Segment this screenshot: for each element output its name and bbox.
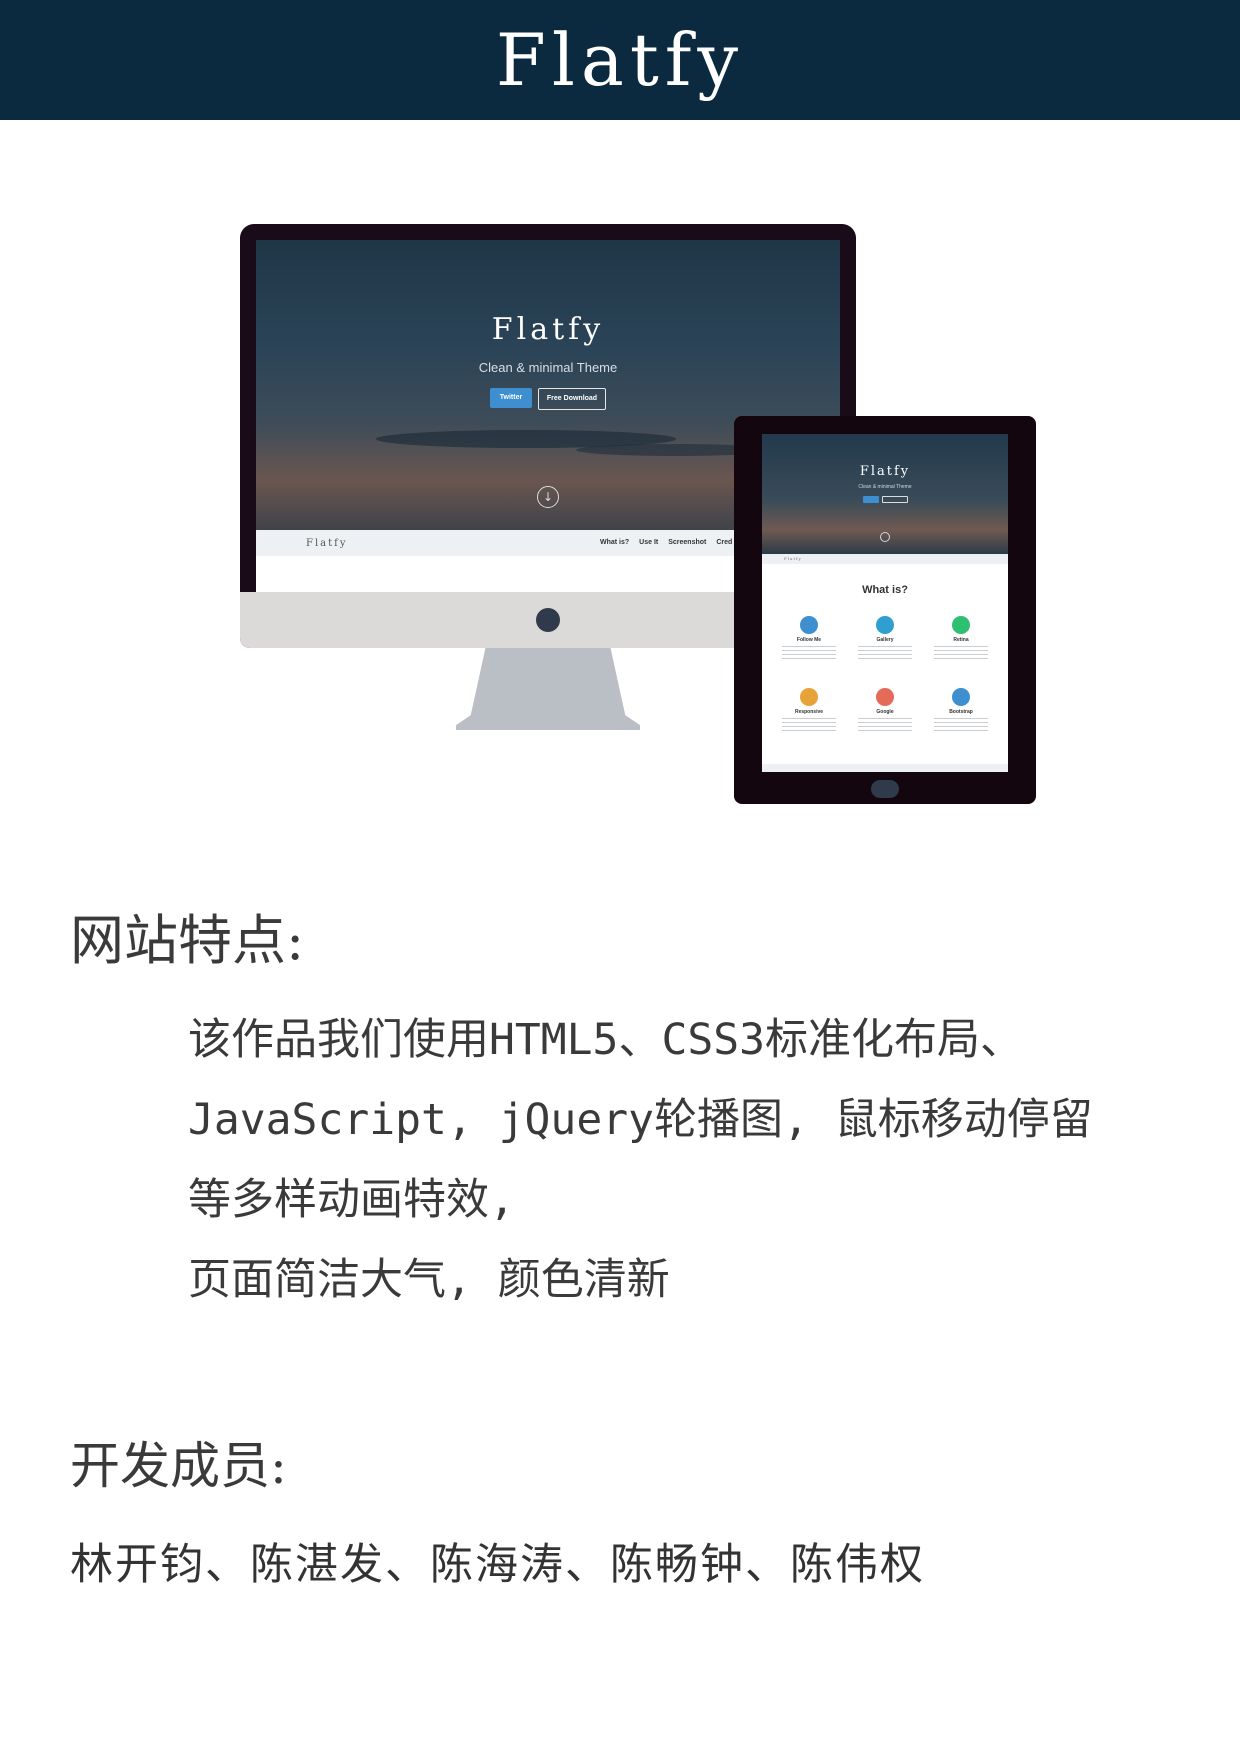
feature-description (934, 646, 988, 660)
follow-me-icon (800, 616, 818, 634)
feature-gallery: Gallery (852, 616, 918, 660)
tablet-screen: Flatfy Clean & minimal Theme Flatfy What… (762, 434, 1008, 772)
monitor-hero-title: Flatfy (491, 312, 605, 347)
features-line: 页面简洁大气, 颜色清新 (188, 1255, 670, 1305)
free-download-button: Free Download (538, 388, 606, 410)
feature-description (858, 646, 912, 660)
nav-link-use-it: Use It (639, 539, 659, 546)
tablet-twitter-button (862, 496, 879, 503)
tablet-navbar: Flatfy (762, 554, 1008, 564)
feature-responsive: Responsive (776, 688, 842, 732)
bootstrap-icon (952, 688, 970, 706)
features-description: 该作品我们使用HTML5、CSS3标准化布局、 JavaScript, jQue… (188, 1000, 1093, 1320)
tablet-scroll-down-icon (880, 532, 890, 542)
monitor-stand (456, 648, 640, 730)
tablet-home-button (871, 780, 899, 798)
feature-description (858, 718, 912, 732)
feature-description (934, 718, 988, 732)
retina-checkmark-icon (952, 616, 970, 634)
feature-label: Google (876, 709, 894, 715)
tablet-footer (762, 764, 1008, 772)
map-pin-icon (876, 688, 894, 706)
tablet-hero-subtitle: Clean & minimal Theme (858, 484, 912, 490)
gallery-icon (876, 616, 894, 634)
header-bar: Flatfy (0, 0, 1240, 120)
tablet-hero: Flatfy Clean & minimal Theme (762, 434, 1008, 554)
feature-follow-me: Follow Me (776, 616, 842, 660)
feature-description (782, 646, 836, 660)
feature-label: Follow Me (796, 637, 822, 643)
tablet-hero-title: Flatfy (859, 464, 911, 479)
feature-retina: Retina (928, 616, 994, 660)
nav-link-credits: Cred (716, 539, 733, 546)
feature-description (782, 718, 836, 732)
twitter-button: Twitter (490, 388, 532, 408)
tablet-section-title: What is? (862, 584, 908, 596)
responsive-icon (800, 688, 818, 706)
feature-label: Bootstrap (949, 709, 973, 715)
tablet-mockup: Flatfy Clean & minimal Theme Flatfy What… (734, 416, 1036, 804)
tablet-hero-buttons (762, 496, 1008, 503)
monitor-hero-subtitle: Clean & minimal Theme (478, 360, 618, 375)
page-title: Flatfy (495, 18, 745, 102)
monitor-power-button (536, 608, 560, 632)
monitor-nav-links: What is? Use It Screenshot Cred (600, 539, 732, 546)
tablet-nav-brand: Flatfy (784, 556, 802, 561)
scroll-down-icon: ↓ (537, 486, 559, 508)
feature-label: Responsive (794, 709, 824, 715)
nav-link-screenshot: Screenshot (668, 539, 707, 546)
features-heading: 网站特点: (70, 909, 305, 972)
features-line: 该作品我们使用HTML5、CSS3标准化布局、 (188, 1015, 1023, 1065)
feature-label: Retina (953, 637, 969, 643)
feature-google: Google (852, 688, 918, 732)
features-line: JavaScript, jQuery轮播图, 鼠标移动停留 (188, 1095, 1093, 1145)
team-members: 林开钧、陈湛发、陈海涛、陈畅钟、陈伟权 (70, 1540, 925, 1590)
team-heading: 开发成员: (70, 1437, 287, 1495)
feature-bootstrap: Bootstrap (928, 688, 994, 732)
monitor-nav-brand: Flatfy (306, 538, 348, 549)
monitor-hero-buttons: Twitter Free Download (256, 388, 840, 410)
feature-label: Gallery (876, 637, 894, 643)
tablet-download-button (881, 496, 908, 503)
features-line: 等多样动画特效, (188, 1175, 515, 1225)
nav-link-what-is: What is? (600, 539, 630, 546)
